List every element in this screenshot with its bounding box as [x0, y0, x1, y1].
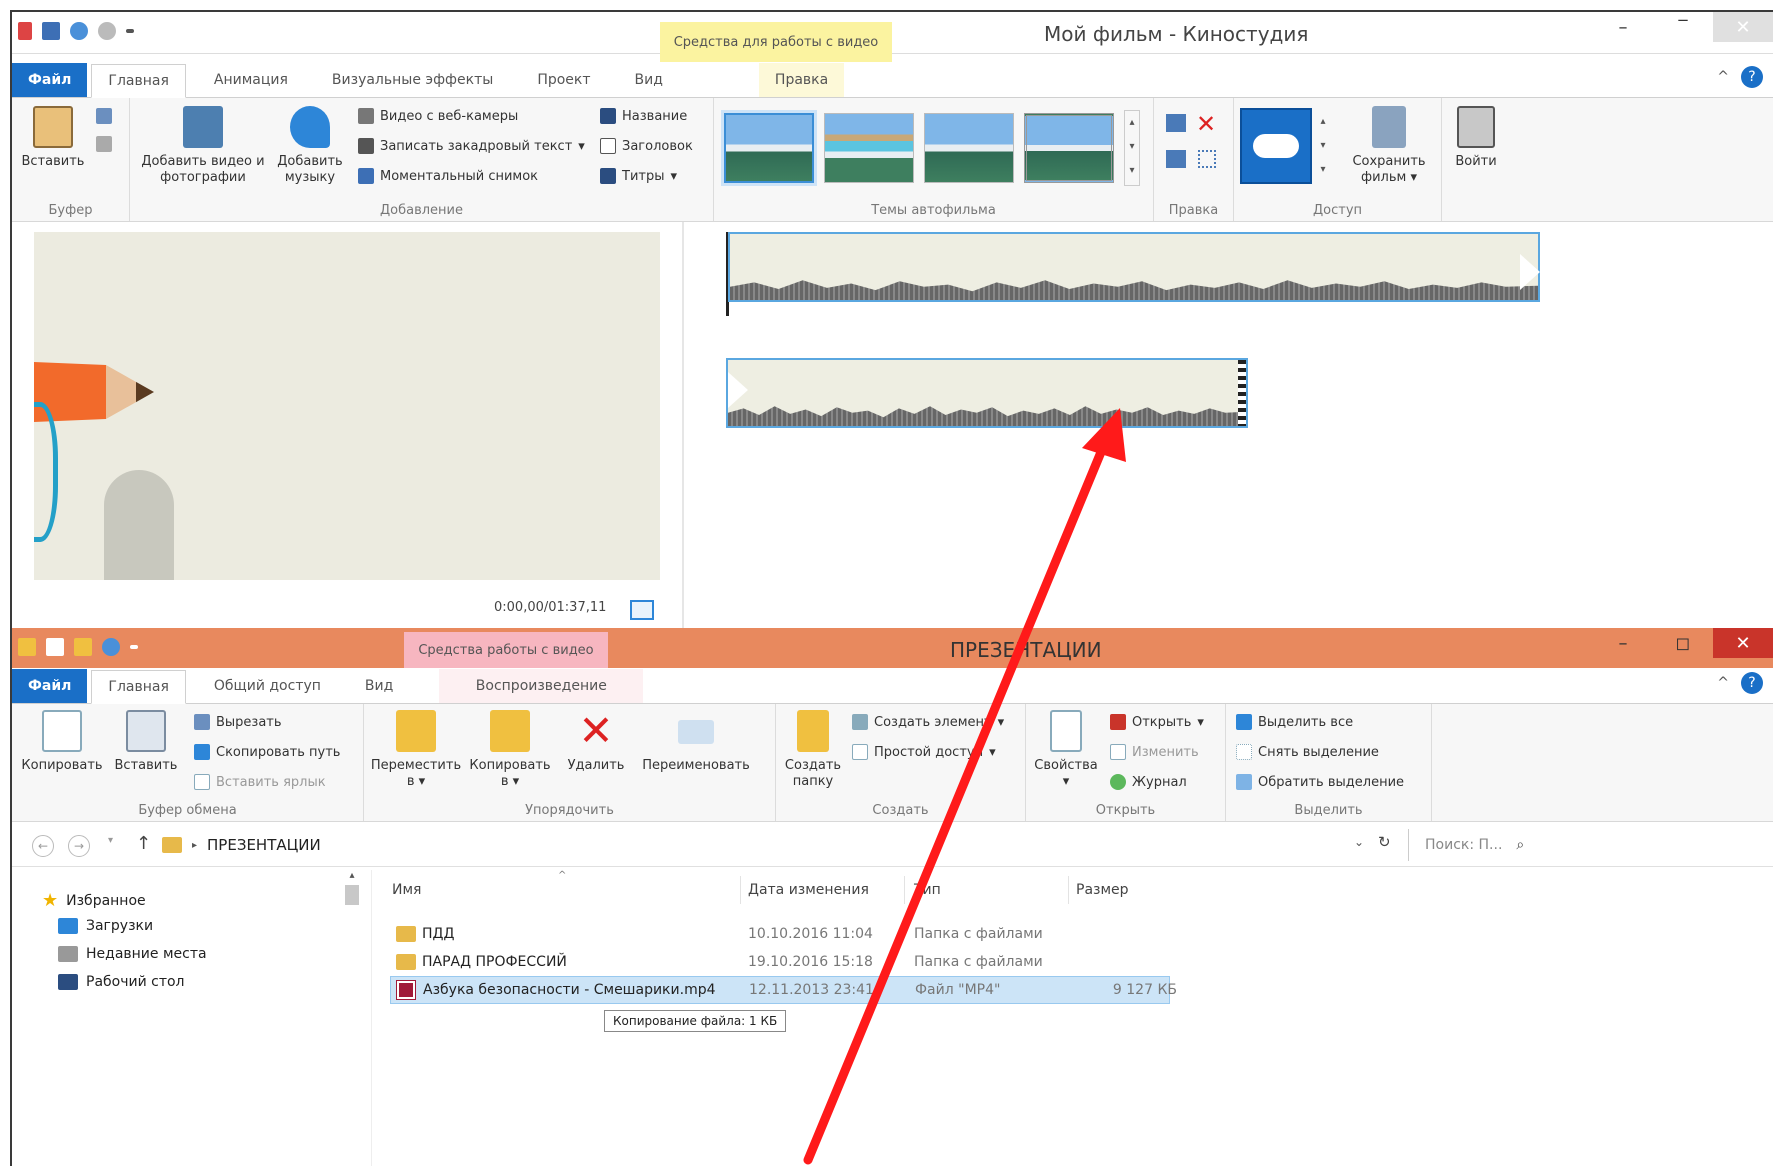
- drag-annotation-arrow: [803, 408, 1126, 1165]
